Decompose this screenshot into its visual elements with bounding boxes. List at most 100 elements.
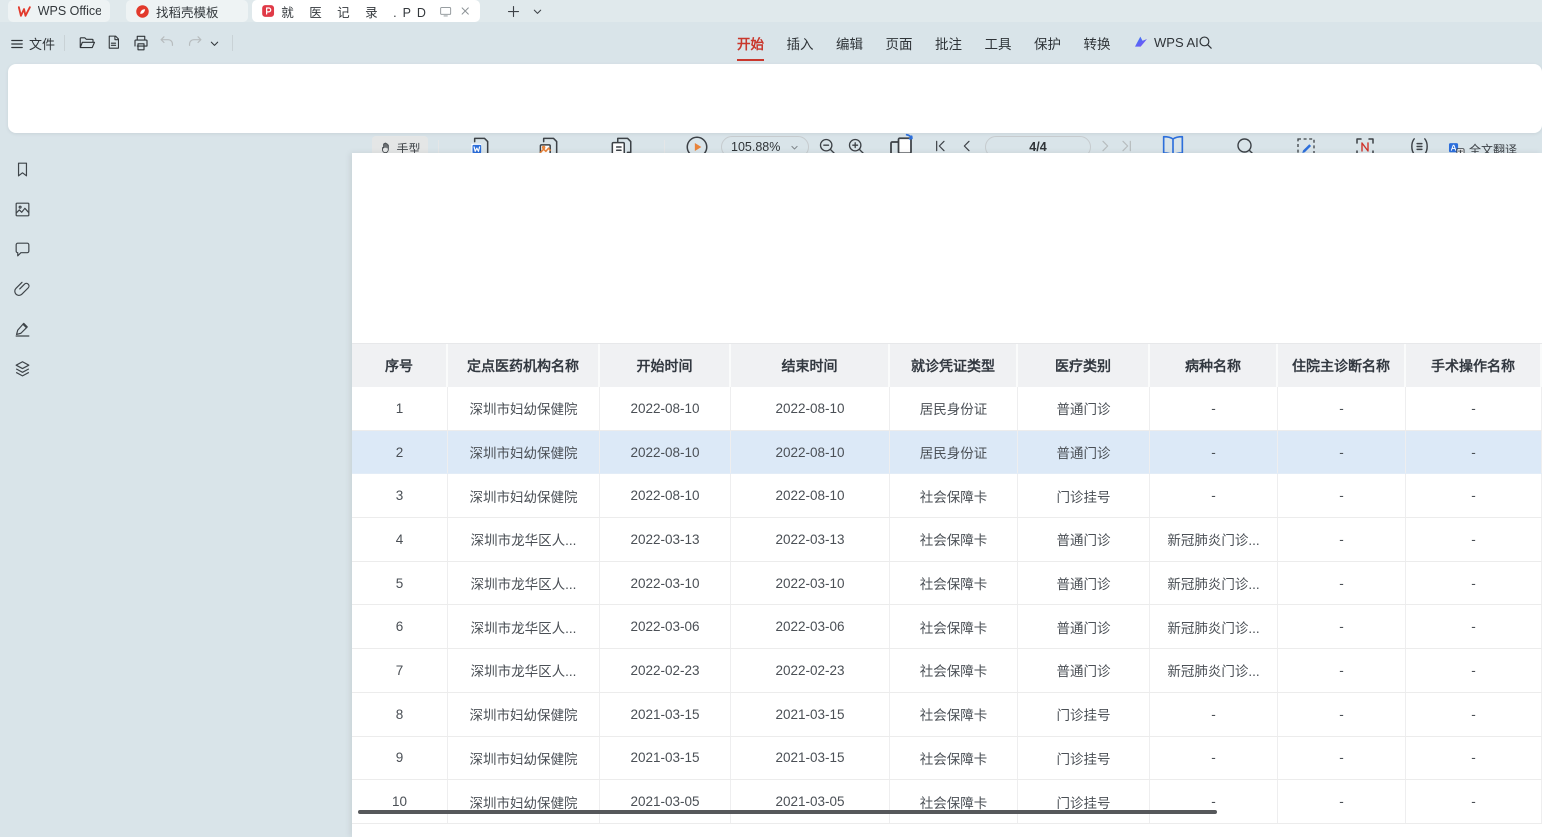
close-tab-icon[interactable]	[459, 4, 471, 18]
menu-tab-insert[interactable]: 插入	[787, 33, 814, 53]
table-cell: -	[1278, 474, 1406, 517]
table-cell: 门诊挂号	[1018, 780, 1150, 823]
zoom-level-value: 105.88%	[731, 140, 780, 154]
next-page-button[interactable]	[1097, 138, 1113, 154]
table-cell: 普通门诊	[1018, 518, 1150, 561]
table-cell: 普通门诊	[1018, 605, 1150, 648]
layers-panel-button[interactable]	[13, 359, 32, 378]
table-cell: 深圳市龙华区人...	[448, 518, 600, 561]
tab-wps-office[interactable]: WPS Office	[8, 0, 110, 22]
undo-button[interactable]	[159, 34, 176, 51]
table-row-5[interactable]: 5深圳市龙华区人...2022-03-102022-03-10社会保障卡普通门诊…	[352, 562, 1542, 606]
table-row-2[interactable]: 2深圳市妇幼保健院2022-08-102022-08-10居民身份证普通门诊--…	[352, 431, 1542, 475]
menu-tab-comment[interactable]: 批注	[935, 33, 962, 53]
wps-ai-logo-icon	[1133, 34, 1149, 50]
column-header-3: 开始时间	[600, 344, 731, 387]
table-row-8[interactable]: 8深圳市妇幼保健院2021-03-152021-03-15社会保障卡门诊挂号--…	[352, 693, 1542, 737]
comments-panel-button[interactable]	[13, 240, 32, 259]
table-cell: 居民身份证	[890, 387, 1018, 430]
table-cell: 新冠肺炎门诊...	[1150, 605, 1278, 648]
open-file-button[interactable]	[78, 34, 96, 52]
medical-records-table: 序号定点医药机构名称开始时间结束时间就诊凭证类型医疗类别病种名称住院主诊断名称手…	[352, 343, 1542, 824]
thumbnails-panel-button[interactable]	[13, 200, 32, 219]
monitor-icon[interactable]	[439, 4, 452, 19]
table-row-6[interactable]: 6深圳市龙华区人...2022-03-062022-03-06社会保障卡普通门诊…	[352, 605, 1542, 649]
tab-list-chevron[interactable]	[527, 2, 547, 20]
table-cell: -	[1278, 693, 1406, 736]
bookmarks-panel-button[interactable]	[13, 160, 32, 179]
table-cell: 5	[352, 562, 448, 605]
menu-tab-protect[interactable]: 保护	[1034, 33, 1061, 53]
wps-ai-label: WPS AI	[1154, 35, 1199, 50]
history-chevron-button[interactable]	[209, 38, 220, 49]
table-row-10[interactable]: 10深圳市妇幼保健院2021-03-052021-03-05社会保障卡门诊挂号-…	[352, 780, 1542, 824]
next-page-icon	[1097, 138, 1113, 154]
last-page-button[interactable]	[1119, 138, 1135, 154]
menu-tab-edit[interactable]: 编辑	[836, 33, 863, 53]
table-cell: 2022-02-23	[731, 649, 890, 692]
menu-tab-convert[interactable]: 转换	[1084, 33, 1111, 53]
tab-document[interactable]: 就 医 记 录 .PDF	[252, 0, 480, 22]
table-row-3[interactable]: 3深圳市妇幼保健院2022-08-102022-08-10社会保障卡门诊挂号--…	[352, 474, 1542, 518]
signature-panel-button[interactable]	[13, 319, 32, 338]
print-button[interactable]	[132, 34, 150, 52]
table-cell: -	[1150, 387, 1278, 430]
table-cell: -	[1150, 474, 1278, 517]
table-cell: 深圳市妇幼保健院	[448, 737, 600, 780]
menu-search-button[interactable]	[1197, 34, 1214, 51]
table-cell: 2022-08-10	[731, 387, 890, 430]
table-cell: 2021-03-15	[731, 737, 890, 780]
attachments-panel-button[interactable]	[13, 279, 32, 298]
table-cell: -	[1150, 780, 1278, 823]
file-menu-label: 文件	[29, 34, 55, 53]
menu-bar: 文件 开始 插入 编辑 页面 批注 工具 保护 转换 WPS AI	[0, 22, 1542, 64]
tab-docer-template[interactable]: 找稻壳模板	[126, 0, 248, 22]
table-body: 1深圳市妇幼保健院2022-08-102022-08-10居民身份证普通门诊--…	[352, 387, 1542, 824]
table-cell: -	[1278, 780, 1406, 823]
layers-icon	[13, 359, 32, 378]
docer-icon	[135, 4, 150, 19]
new-tab-button[interactable]	[503, 2, 523, 20]
column-header-4: 结束时间	[731, 344, 890, 387]
tab-label: 找稻壳模板	[156, 2, 219, 21]
table-row-7[interactable]: 7深圳市龙华区人...2022-02-232022-02-23社会保障卡普通门诊…	[352, 649, 1542, 693]
table-row-4[interactable]: 4深圳市龙华区人...2022-03-132022-03-13社会保障卡普通门诊…	[352, 518, 1542, 562]
table-cell: 2022-08-10	[600, 431, 731, 474]
table-row-9[interactable]: 9深圳市妇幼保健院2021-03-152021-03-15社会保障卡门诊挂号--…	[352, 737, 1542, 781]
menu-tab-home[interactable]: 开始	[737, 33, 764, 53]
table-row-1[interactable]: 1深圳市妇幼保健院2022-08-102022-08-10居民身份证普通门诊--…	[352, 387, 1542, 431]
redo-button[interactable]	[186, 34, 203, 51]
table-cell: 4	[352, 518, 448, 561]
table-cell: 深圳市龙华区人...	[448, 649, 600, 692]
table-cell: 6	[352, 605, 448, 648]
table-cell: 8	[352, 693, 448, 736]
table-cell: -	[1150, 693, 1278, 736]
table-cell: -	[1150, 737, 1278, 780]
menu-tab-tools[interactable]: 工具	[985, 33, 1012, 53]
column-header-8: 住院主诊断名称	[1278, 344, 1406, 387]
table-cell: 2022-08-10	[731, 474, 890, 517]
table-cell: -	[1406, 780, 1542, 823]
table-cell: -	[1406, 387, 1542, 430]
chevron-down-icon	[532, 6, 543, 17]
paperclip-icon	[13, 279, 32, 298]
redo-icon	[186, 34, 203, 51]
table-cell: 深圳市妇幼保健院	[448, 431, 600, 474]
chevron-down-icon	[209, 38, 220, 49]
column-header-2: 定点医药机构名称	[448, 344, 600, 387]
table-cell: 社会保障卡	[890, 518, 1018, 561]
table-cell: 2021-03-15	[600, 693, 731, 736]
table-cell: 2022-03-13	[731, 518, 890, 561]
prev-page-button[interactable]	[959, 138, 975, 154]
first-page-button[interactable]	[932, 138, 948, 154]
horizontal-scrollbar-thumb[interactable]	[358, 810, 1217, 814]
table-cell: -	[1406, 693, 1542, 736]
column-header-7: 病种名称	[1150, 344, 1278, 387]
file-menu-button[interactable]: 文件	[10, 34, 55, 53]
table-cell: 9	[352, 737, 448, 780]
save-button[interactable]	[105, 34, 122, 51]
menu-tab-page[interactable]: 页面	[886, 33, 913, 53]
wps-ai-button[interactable]: WPS AI	[1133, 34, 1199, 50]
table-cell: 深圳市龙华区人...	[448, 605, 600, 648]
table-cell: 2022-03-10	[600, 562, 731, 605]
